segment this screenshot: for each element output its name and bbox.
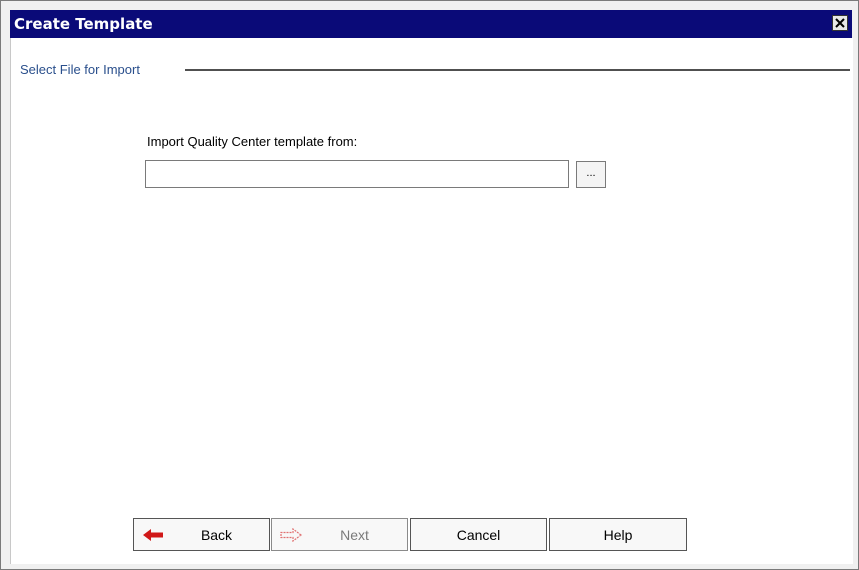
cancel-button[interactable]: Cancel <box>410 518 547 551</box>
back-button-label: Back <box>200 527 233 543</box>
help-button-label: Help <box>603 527 633 543</box>
import-label: Import Quality Center template from: <box>147 134 358 149</box>
back-button[interactable]: Back <box>133 518 270 551</box>
window-title: Create Template <box>14 15 153 33</box>
help-button[interactable]: Help <box>549 518 687 551</box>
close-button[interactable] <box>832 15 848 31</box>
cancel-button-label: Cancel <box>456 527 501 543</box>
dialog-content: Select File for Import Import Quality Ce… <box>10 38 853 564</box>
title-bar: Create Template <box>10 10 852 38</box>
browse-button[interactable]: ... <box>576 161 606 188</box>
next-button-label: Next <box>340 527 369 543</box>
section-header: Select File for Import <box>20 62 850 77</box>
section-divider <box>185 69 850 71</box>
close-icon <box>835 18 845 28</box>
window-left-edge <box>1 1 10 569</box>
section-title: Select File for Import <box>20 62 144 77</box>
next-button[interactable]: Next <box>271 518 408 551</box>
template-path-input[interactable] <box>145 160 569 188</box>
create-template-dialog: Create Template Select File for Import I… <box>0 0 859 570</box>
window-bottom-edge <box>1 564 858 569</box>
